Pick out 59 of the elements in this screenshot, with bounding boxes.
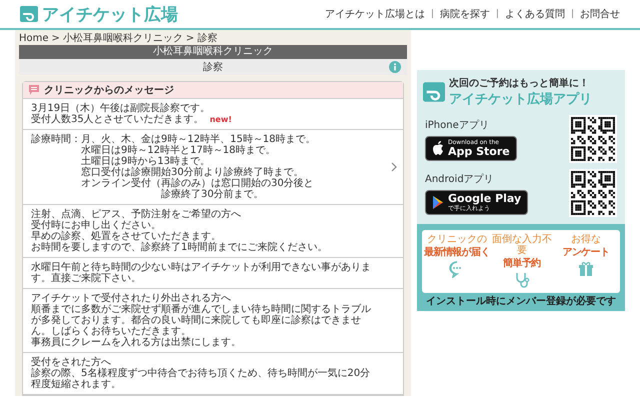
feature-caption: お得な bbox=[570, 234, 601, 245]
message-line: 診察の際、5名様程度ずつ中待合でお待ち頂くため、待ち時間が一気に20分 bbox=[31, 368, 370, 379]
message-line: 早めの診察、処置をさせていただきます。 bbox=[31, 231, 222, 242]
breadcrumb-link[interactable]: 小松耳鼻咽喉科クリニック bbox=[62, 32, 183, 45]
breadcrumb-link[interactable]: Home bbox=[19, 32, 49, 45]
feature-headline: アンケート bbox=[562, 247, 610, 258]
nav-link[interactable]: よくある質問 bbox=[504, 7, 565, 21]
feature-headline: 最新情報が届く bbox=[424, 247, 490, 258]
play-triangle-icon bbox=[432, 196, 444, 208]
store-label: Androidアプリ bbox=[425, 172, 495, 186]
message-line: 月、火、木、金は9時～12時半、15時～18時まで。 bbox=[81, 134, 316, 145]
nav-separator: | bbox=[430, 9, 434, 19]
message-row[interactable]: 診療時間：月、火、木、金は9時～12時半、15時～18時まで。 水曜日は9時～12時半と17時～18時まで。 土曜日は9時から13時まで。 窓口受付は診療開始30分前より診療終了時まで。 オンライン受付（再診のみ）は窓口開始の30分後と 診療終了30分前まで。 bbox=[23, 130, 403, 205]
message-line: 受付人数35人とさせていただきます。 new! bbox=[31, 114, 232, 125]
message-line: 診療終了30分前まで。 bbox=[160, 189, 265, 200]
ad-note: インストール時にメンバー登録が必要です bbox=[425, 294, 617, 307]
message-line: オンライン受付（再診のみ）は窓口開始の30分後と bbox=[81, 178, 315, 189]
message-line: ん。しばらくお待ちいただきます。 bbox=[31, 326, 192, 337]
gift-icon bbox=[576, 260, 595, 278]
nav-separator: | bbox=[570, 9, 574, 19]
feature-caption: クリニックの bbox=[426, 234, 487, 245]
message-line: 程度短縮されます。 bbox=[31, 379, 122, 390]
nav-link[interactable]: 病院を探す bbox=[440, 7, 490, 21]
message-line: 注射、点滴、ピアス、予防注射をご希望の方へ bbox=[31, 209, 242, 220]
message-line: 窓口受付は診療開始30分前より診療終了時まで。 bbox=[81, 167, 305, 178]
card-title: クリニックからのメッセージ bbox=[44, 84, 174, 97]
message-line: お時間を要しますので、診察終了1時間前までにご来院ください。 bbox=[31, 242, 328, 253]
message-line: アイチケットで受付されたり外出される方へ bbox=[31, 293, 232, 304]
message-label: 診療時間： bbox=[31, 134, 81, 147]
breadcrumb-separator: > bbox=[186, 32, 194, 45]
breadcrumb-current: 診察 bbox=[197, 32, 218, 45]
message-line: 順番までに多数がご来院せず順番が進んでしまい待ち時間に関するトラブル bbox=[31, 304, 371, 315]
message-line: 水曜日は9時～12時半と17時～18時まで。 bbox=[81, 145, 277, 156]
clinic-name-bar: 小松耳鼻咽喉科クリニック bbox=[19, 45, 407, 59]
message-line: 水曜日午前と待ち時間の少ない時はアイチケットが利用できない事がありま bbox=[31, 262, 371, 273]
apple-icon bbox=[432, 141, 444, 155]
message-line: 受付時にお申し出ください。 bbox=[31, 220, 162, 231]
message-line: 事務員にクレームを入れる方は出禁にします。 bbox=[31, 337, 242, 348]
ad-tagline: 次回のご予約はもっと簡単に！ bbox=[449, 76, 590, 90]
qr-code bbox=[569, 115, 617, 163]
breadcrumb-separator: > bbox=[52, 32, 60, 45]
page-title: 診察 bbox=[203, 60, 223, 74]
feature-caption: 面倒な入力不要 bbox=[490, 234, 553, 256]
qr-code bbox=[569, 169, 617, 217]
message-line: 受付をされた方へ bbox=[31, 357, 112, 368]
message-line: が多発しております。都合の良い時間に来院しても即座に診察はできませ bbox=[31, 315, 362, 326]
message-line: 3月19日（木）午後は副院長診察です。 bbox=[31, 103, 212, 114]
feature-headline: 簡単予約 bbox=[503, 258, 541, 269]
logo-icon bbox=[423, 81, 445, 103]
nav-link[interactable]: お問合せ bbox=[580, 7, 620, 21]
app-name: アイチケット広場アプリ bbox=[449, 90, 592, 108]
message-line: 土曜日は9時から13時まで。 bbox=[81, 156, 212, 167]
message-line: す。直接ご来院下さい。 bbox=[31, 273, 142, 284]
store-label: iPhoneアプリ bbox=[425, 118, 490, 132]
logo-icon bbox=[20, 6, 38, 22]
nav-link[interactable]: アイチケット広場とは bbox=[324, 7, 425, 21]
info-icon[interactable] bbox=[389, 61, 401, 73]
message-icon bbox=[28, 84, 40, 96]
nav-separator: | bbox=[496, 9, 499, 19]
